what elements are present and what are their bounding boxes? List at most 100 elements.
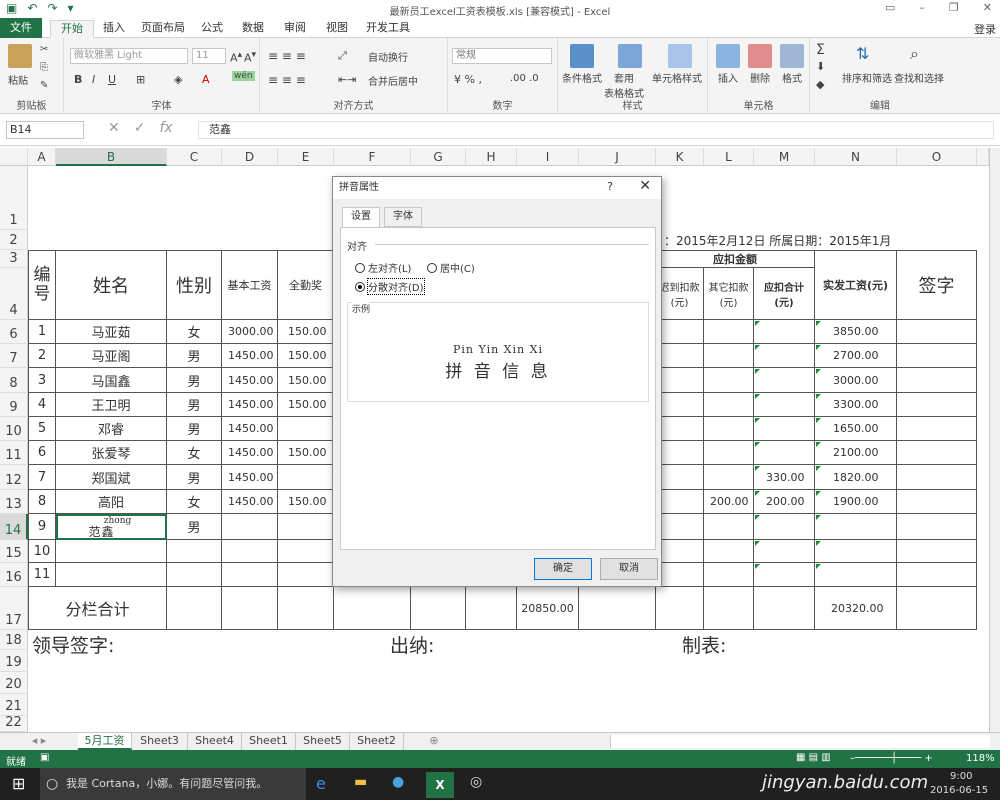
conditional-format-icon[interactable] [570, 44, 594, 68]
cancel-entry-icon[interactable]: ✕ [108, 120, 120, 136]
cell-total-deduct[interactable]: 200.00 [754, 490, 815, 514]
italic-icon[interactable]: I [92, 73, 95, 86]
tab-insert[interactable]: 插入 [96, 20, 132, 38]
cell-late[interactable] [656, 563, 704, 587]
cell-id[interactable]: 2 [28, 344, 56, 368]
delete-cells-button[interactable]: 删除 [750, 70, 770, 85]
cell-id[interactable]: 8 [28, 490, 56, 514]
format-cells-button[interactable]: 格式 [782, 70, 802, 85]
conditional-format-button[interactable]: 条件格式 [562, 70, 602, 85]
cell-id[interactable]: 6 [28, 441, 56, 465]
column-header[interactable]: L [704, 148, 754, 166]
column-header[interactable]: B [56, 148, 167, 166]
row-header[interactable]: 9 [0, 393, 28, 417]
cell-gender[interactable] [167, 563, 222, 587]
column-header[interactable]: J [579, 148, 656, 166]
cell-styles-button[interactable]: 单元格样式 [652, 70, 702, 85]
dialog-tab-settings[interactable]: 设置 [342, 207, 380, 228]
excel-taskbar-icon[interactable]: X [426, 772, 454, 798]
header-base[interactable]: 基本工资 [222, 250, 278, 320]
row-header[interactable]: 3 [0, 250, 28, 268]
cell-gender[interactable] [167, 540, 222, 563]
sheet-tab-sheet1[interactable]: Sheet1 [242, 733, 296, 750]
tab-developer[interactable]: 开发工具 [362, 20, 414, 38]
tab-formulas[interactable]: 公式 [196, 20, 228, 38]
sheet-tab-sheet2[interactable]: Sheet2 [350, 733, 404, 750]
cell-net[interactable] [815, 563, 897, 587]
close-window-icon[interactable]: ✕ [983, 1, 992, 14]
subtotal-c[interactable] [167, 587, 222, 630]
zoom-level[interactable]: 118% [966, 753, 995, 764]
tab-review[interactable]: 审阅 [278, 20, 312, 38]
row-header[interactable]: 19 [0, 650, 28, 672]
row-header[interactable]: 8 [0, 368, 28, 393]
header-deduct-group[interactable]: 应扣金额 [656, 250, 815, 268]
row-header[interactable]: 6 [0, 320, 28, 344]
cell-sign[interactable] [897, 540, 977, 563]
cell-other[interactable] [704, 465, 754, 490]
format-table-icon[interactable] [618, 44, 642, 68]
cell-name[interactable]: 邓睿 [56, 417, 167, 441]
macro-record-icon[interactable]: ▣ [40, 752, 49, 763]
cell-other[interactable] [704, 441, 754, 465]
subtotal-k[interactable] [656, 587, 704, 630]
row-header[interactable]: 15 [0, 540, 28, 563]
cell-name[interactable]: 高阳 [56, 490, 167, 514]
cell-other[interactable] [704, 514, 754, 540]
number-format-select[interactable]: 常规 [452, 48, 552, 64]
cell-net[interactable]: 3850.00 [815, 320, 897, 344]
subtotal-o[interactable] [897, 587, 977, 630]
column-header[interactable]: N [815, 148, 897, 166]
cell-base[interactable]: 3000.00 [222, 320, 278, 344]
find-select-icon[interactable]: ⌕ [910, 44, 919, 64]
header-name[interactable]: 姓名 [56, 250, 167, 320]
cell-sign[interactable] [897, 368, 977, 393]
header-total-deduct[interactable]: 应扣合计 (元) [754, 268, 815, 320]
cell-total-deduct[interactable] [754, 563, 815, 587]
cell-name[interactable]: 王卫明 [56, 393, 167, 417]
header-id[interactable]: 编 号 [28, 250, 56, 320]
paste-icon[interactable] [8, 44, 32, 68]
cell-net[interactable] [815, 540, 897, 563]
cell-other[interactable] [704, 417, 754, 441]
dialog-help-button[interactable]: ? [607, 180, 613, 193]
insert-cells-button[interactable]: 插入 [718, 70, 738, 85]
zoom-slider[interactable]: –──────┼──── + [850, 753, 933, 764]
radio-left-align[interactable]: 左对齐(L) [355, 260, 411, 275]
radio-distributed-align[interactable]: 分散对齐(D) [355, 278, 425, 295]
cell-base[interactable]: 1450.00 [222, 490, 278, 514]
format-painter-icon[interactable]: ✎ [40, 80, 48, 91]
cell-net[interactable]: 1900.00 [815, 490, 897, 514]
tab-view[interactable]: 视图 [320, 20, 354, 38]
cell-sign[interactable] [897, 344, 977, 368]
find-select-button[interactable]: 查找和选择 [894, 70, 944, 85]
cell-late[interactable] [656, 320, 704, 344]
cell-late[interactable] [656, 417, 704, 441]
sort-filter-button[interactable]: 排序和筛选 [842, 70, 892, 85]
wrap-text-button[interactable]: 自动换行 [368, 49, 408, 64]
ok-button[interactable]: 确定 [534, 558, 592, 580]
column-header[interactable]: F [334, 148, 411, 166]
column-header[interactable]: H [466, 148, 517, 166]
paste-button[interactable]: 粘贴 [8, 72, 28, 87]
cell-base[interactable]: 1450.00 [222, 417, 278, 441]
row-header[interactable]: 20 [0, 672, 28, 694]
cell-net[interactable]: 3000.00 [815, 368, 897, 393]
cell-gender[interactable]: 男 [167, 344, 222, 368]
row-header[interactable]: 4 [0, 268, 28, 320]
align-top-icon[interactable]: ≡ ≡ ≡ [268, 49, 306, 63]
cell-total-deduct[interactable] [754, 417, 815, 441]
windows-start-icon[interactable]: ⊞ [12, 774, 25, 793]
row-header[interactable]: 22 [0, 715, 28, 732]
sheet-tab-sheet5[interactable]: Sheet5 [296, 733, 350, 750]
cell-name[interactable]: 郑国斌 [56, 465, 167, 490]
row-header[interactable]: 14 [0, 514, 28, 540]
font-size-select[interactable]: 11 [192, 48, 226, 64]
header-attendance[interactable]: 全勤奖 [278, 250, 334, 320]
cell-attendance[interactable] [278, 514, 334, 540]
font-color-icon[interactable]: A [202, 73, 210, 86]
indent-icon[interactable]: ⇤⇥ [338, 73, 356, 86]
cell-name[interactable]: 马亚茹 [56, 320, 167, 344]
cell-attendance[interactable]: 150.00 [278, 368, 334, 393]
cell-attendance[interactable] [278, 465, 334, 490]
